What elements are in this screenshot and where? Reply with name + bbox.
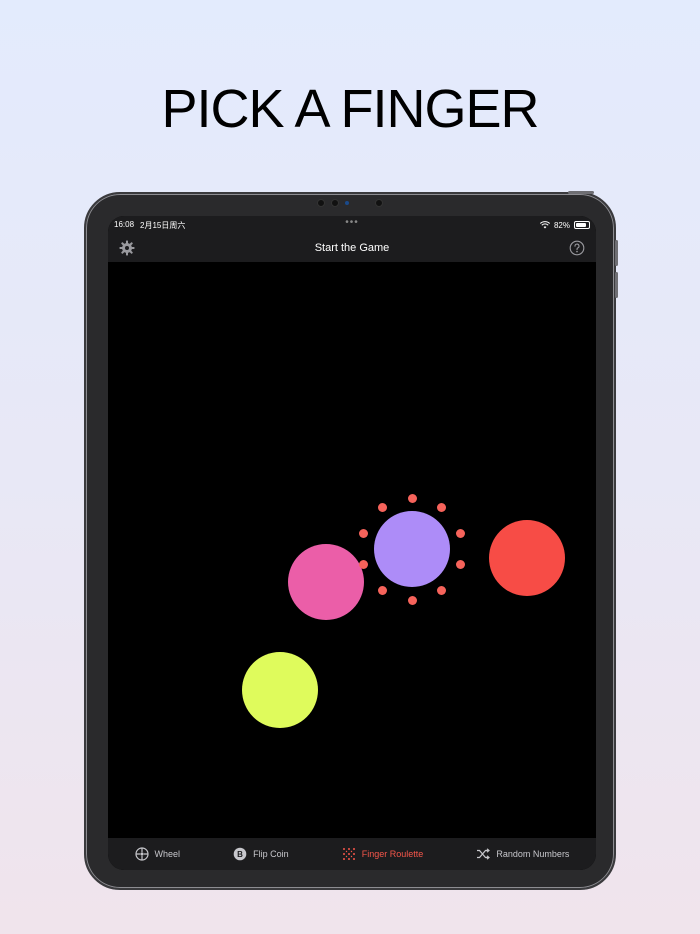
tab-label: Random Numbers — [496, 849, 570, 859]
selection-dot — [358, 560, 368, 570]
camera-sensor — [345, 201, 349, 205]
finger-roulette-icon — [342, 847, 356, 861]
tab-wheel[interactable]: Wheel — [134, 847, 181, 861]
volume-down-button — [615, 272, 618, 298]
touch-canvas[interactable] — [108, 262, 596, 838]
coin-icon: B — [233, 847, 247, 861]
gear-icon[interactable] — [118, 239, 136, 257]
selection-dot — [358, 528, 368, 538]
shuffle-icon — [476, 847, 491, 861]
nav-title: Start the Game — [314, 242, 390, 254]
svg-text:B: B — [237, 850, 243, 859]
battery-icon — [574, 221, 590, 229]
headline: PICK A FINGER — [161, 79, 539, 139]
top-button — [568, 191, 594, 194]
tab-random-numbers[interactable]: Random Numbers — [476, 847, 569, 861]
selection-dot — [407, 493, 417, 503]
ipad-frame: 16:08 2月15日周六 ••• 82% Start the Game Whe… — [84, 191, 618, 890]
help-icon[interactable] — [568, 239, 586, 257]
selection-dot — [437, 503, 447, 513]
touch-point-purple-selected — [374, 511, 450, 587]
navigation-bar: Start the Game — [108, 234, 596, 262]
wheel-icon — [134, 847, 149, 861]
selection-dot — [377, 585, 387, 595]
wifi-icon — [539, 221, 550, 229]
camera-array — [317, 199, 383, 207]
camera-lens — [375, 199, 383, 207]
tab-label: Flip Coin — [253, 849, 289, 859]
status-date: 2月15日周六 — [140, 220, 186, 230]
status-time: 16:08 — [114, 219, 135, 229]
app-screen: 16:08 2月15日周六 ••• 82% Start the Game Whe… — [108, 216, 596, 870]
battery-percent: 82% — [553, 220, 570, 230]
tab-bar: Wheel B Flip Coin Finger Roulette Random… — [108, 838, 596, 870]
touch-point-yellow — [242, 652, 318, 728]
volume-up-button — [615, 240, 618, 266]
selection-dot — [377, 503, 387, 513]
selection-dot — [456, 528, 465, 538]
tab-label: Finger Roulette — [361, 849, 424, 859]
touch-point-red — [489, 520, 565, 596]
tab-finger-roulette[interactable]: Finger Roulette — [342, 847, 424, 861]
touch-point-pink — [288, 544, 364, 620]
selection-dot — [456, 560, 465, 570]
status-bar: 16:08 2月15日周六 ••• 82% — [108, 216, 596, 234]
selection-dot — [437, 585, 447, 595]
multitasking-dots[interactable]: ••• — [345, 217, 359, 228]
tab-flip-coin[interactable]: B Flip Coin — [233, 847, 289, 861]
camera-lens — [331, 199, 339, 207]
tab-label: Wheel — [154, 849, 181, 859]
selection-dot — [407, 595, 417, 605]
camera-lens — [317, 199, 325, 207]
